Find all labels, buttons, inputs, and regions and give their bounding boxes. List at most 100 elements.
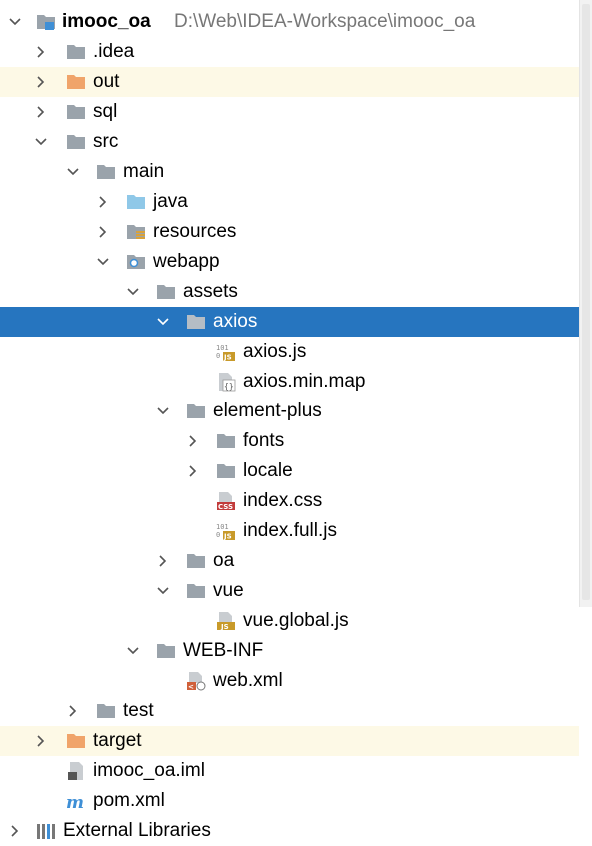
chevron-right-icon[interactable] [186, 464, 200, 478]
tree-row-fonts[interactable]: fonts [0, 426, 579, 456]
svg-text:{}: {} [224, 382, 234, 391]
tree-item-label: axios.js [243, 341, 307, 362]
tree-item-label: java [153, 191, 188, 212]
tree-item-label: sql [93, 101, 118, 122]
js-file-icon: 101 0 JS [216, 344, 235, 362]
folder-icon [187, 554, 205, 568]
module-folder-icon [37, 15, 55, 30]
chevron-down-icon[interactable] [66, 165, 80, 179]
tree-item-label: oa [213, 550, 235, 571]
tree-item-label: index.full.js [243, 520, 337, 541]
chevron-right-icon[interactable] [96, 225, 110, 239]
tree-row-target[interactable]: target [0, 726, 579, 756]
tree-row-element-plus[interactable]: element-plus [0, 396, 579, 426]
chevron-down-icon[interactable] [156, 404, 170, 418]
tree-row-axios-js[interactable]: 101 0 JS axios.js [0, 337, 579, 367]
tree-item-label: main [123, 161, 165, 182]
chevron-right-icon[interactable] [156, 554, 170, 568]
tree-row-sql[interactable]: sql [0, 97, 579, 127]
tree-row-locale[interactable]: locale [0, 456, 579, 486]
tree-row-out[interactable]: out [0, 67, 579, 97]
tree-item-label: element-plus [213, 400, 322, 421]
excluded-folder-icon [67, 734, 85, 748]
tree-row-idea[interactable]: .idea [0, 37, 579, 67]
tree-row-vue-global-js[interactable]: JS vue.global.js [0, 606, 579, 636]
tree-row-assets[interactable]: assets [0, 277, 579, 307]
tree-item-label: index.css [243, 490, 323, 511]
folder-icon [187, 584, 205, 598]
vertical-scrollbar[interactable] [579, 0, 592, 607]
tree-row-test[interactable]: test [0, 696, 579, 726]
tree-row-webapp[interactable]: webapp [0, 247, 579, 277]
tree-row-src[interactable]: src [0, 127, 579, 157]
js-plain-file-icon: JS [217, 612, 235, 631]
chevron-down-icon[interactable] [8, 15, 22, 29]
tree-item-label: WEB-INF [183, 640, 264, 661]
tree-item-label: External Libraries [63, 820, 211, 841]
libraries-icon [37, 824, 55, 839]
json-map-file-icon: {} [219, 373, 236, 392]
tree-row-main[interactable]: main [0, 157, 579, 187]
chevron-down-icon[interactable] [126, 644, 140, 658]
chevron-right-icon[interactable] [186, 434, 200, 448]
svg-text:101: 101 [216, 344, 229, 352]
project-path: D:\Web\IDEA-Workspace\imooc_oa [174, 11, 476, 32]
folder-icon [97, 165, 115, 179]
tree-row-web-xml[interactable]: < web.xml [0, 666, 579, 696]
tree-row-pom[interactable]: m pom.xml [0, 786, 579, 816]
svg-text:<: < [188, 683, 194, 691]
tree-item-label: fonts [243, 430, 285, 451]
chevron-right-icon[interactable] [8, 824, 22, 838]
chevron-right-icon[interactable] [34, 45, 48, 59]
scrollbar-thumb[interactable] [582, 4, 590, 600]
tree-row-oa[interactable]: oa [0, 546, 579, 576]
tree-row-axios[interactable]: axios [0, 307, 579, 337]
folder-icon [97, 704, 115, 718]
chevron-down-icon[interactable] [96, 255, 110, 269]
svg-text:JS: JS [223, 533, 232, 541]
svg-text:CSS: CSS [218, 503, 233, 511]
folder-icon [67, 135, 85, 149]
tree-row-vue[interactable]: vue [0, 576, 579, 606]
tree-row-project-root[interactable]: imooc_oa D:\Web\IDEA-Workspace\imooc_oa [0, 7, 579, 37]
svg-text:JS: JS [223, 354, 232, 362]
tree-item-label: axios.min.map [243, 371, 366, 392]
chevron-right-icon[interactable] [96, 195, 110, 209]
tree-item-label: webapp [153, 251, 220, 272]
tree-item-label: .idea [93, 41, 135, 62]
svg-text:0: 0 [216, 352, 220, 360]
folder-icon [187, 315, 205, 329]
tree-row-java[interactable]: java [0, 187, 579, 217]
tree-row-index-css[interactable]: CSS index.css [0, 486, 579, 516]
chevron-right-icon[interactable] [34, 105, 48, 119]
folder-icon [187, 404, 205, 418]
folder-icon [67, 105, 85, 119]
js-file-icon: 101 0 JS [216, 523, 235, 541]
chevron-down-icon[interactable] [156, 315, 170, 329]
chevron-down-icon[interactable] [156, 584, 170, 598]
chevron-down-icon[interactable] [34, 135, 48, 149]
tree-item-label: pom.xml [93, 790, 165, 811]
chevron-right-icon[interactable] [34, 734, 48, 748]
tree-item-label: target [93, 730, 142, 751]
tree-row-index-full-js[interactable]: 101 0 JS index.full.js [0, 516, 579, 546]
tree-row-web-inf[interactable]: WEB-INF [0, 636, 579, 666]
tree-item-label: src [93, 131, 119, 152]
tree-row-iml[interactable]: imooc_oa.iml [0, 756, 579, 786]
svg-text:JS: JS [220, 623, 229, 631]
tree-item-label: vue.global.js [243, 610, 349, 631]
tree-row-external-libraries[interactable]: External Libraries [0, 816, 579, 846]
tree-item-label: imooc_oa.iml [93, 760, 205, 781]
project-name: imooc_oa [62, 11, 151, 32]
svg-text:0: 0 [216, 531, 220, 539]
resources-folder-icon [127, 225, 145, 239]
svg-text:m: m [66, 793, 84, 811]
folder-icon [217, 464, 235, 478]
chevron-right-icon[interactable] [34, 75, 48, 89]
tree-row-axios-min-map[interactable]: {} axios.min.map [0, 367, 579, 397]
tree-row-resources[interactable]: resources [0, 217, 579, 247]
chevron-right-icon[interactable] [66, 704, 80, 718]
folder-icon [157, 285, 175, 299]
chevron-down-icon[interactable] [126, 285, 140, 299]
excluded-folder-icon [67, 75, 85, 89]
